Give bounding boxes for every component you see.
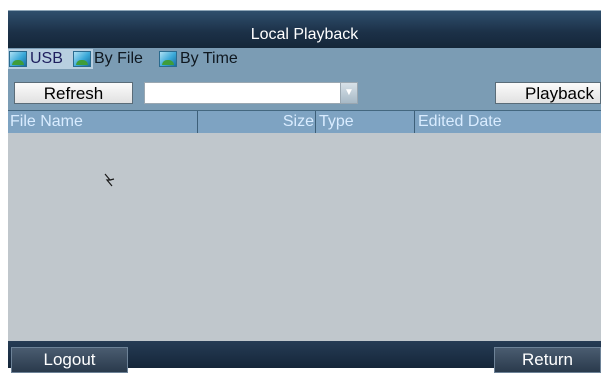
logout-button[interactable]: Logout bbox=[11, 347, 128, 373]
device-select[interactable]: ▼ bbox=[144, 82, 358, 104]
usb-device-icon bbox=[9, 51, 27, 67]
time-device-icon bbox=[159, 51, 177, 67]
return-button[interactable]: Return bbox=[494, 347, 601, 373]
column-file-name[interactable]: File Name bbox=[8, 111, 198, 133]
column-size[interactable]: Size bbox=[198, 111, 316, 133]
column-type[interactable]: Type bbox=[316, 111, 415, 133]
footer-bar: Logout Return bbox=[8, 341, 601, 373]
window-title: Local Playback bbox=[250, 26, 359, 43]
title-bar: Local Playback bbox=[8, 10, 601, 49]
refresh-button[interactable]: Refresh bbox=[14, 82, 133, 104]
file-list[interactable] bbox=[8, 133, 601, 341]
tab-usb-label: USB bbox=[30, 50, 63, 67]
mouse-cursor-icon bbox=[104, 173, 115, 187]
tab-by-time-label: By Time bbox=[180, 50, 238, 67]
tab-by-file-label: By File bbox=[94, 50, 143, 67]
chevron-down-icon[interactable]: ▼ bbox=[340, 83, 357, 103]
file-device-icon bbox=[73, 51, 91, 67]
tab-bar: USB By File By Time bbox=[8, 48, 601, 70]
column-edited-date[interactable]: Edited Date bbox=[415, 111, 601, 133]
tab-by-time[interactable]: By Time bbox=[158, 49, 272, 69]
local-playback-window: Local Playback USB By File By Time Refre… bbox=[8, 10, 601, 373]
file-table-header: File Name Size Type Edited Date bbox=[8, 110, 601, 133]
playback-button[interactable]: Playback bbox=[495, 82, 601, 104]
